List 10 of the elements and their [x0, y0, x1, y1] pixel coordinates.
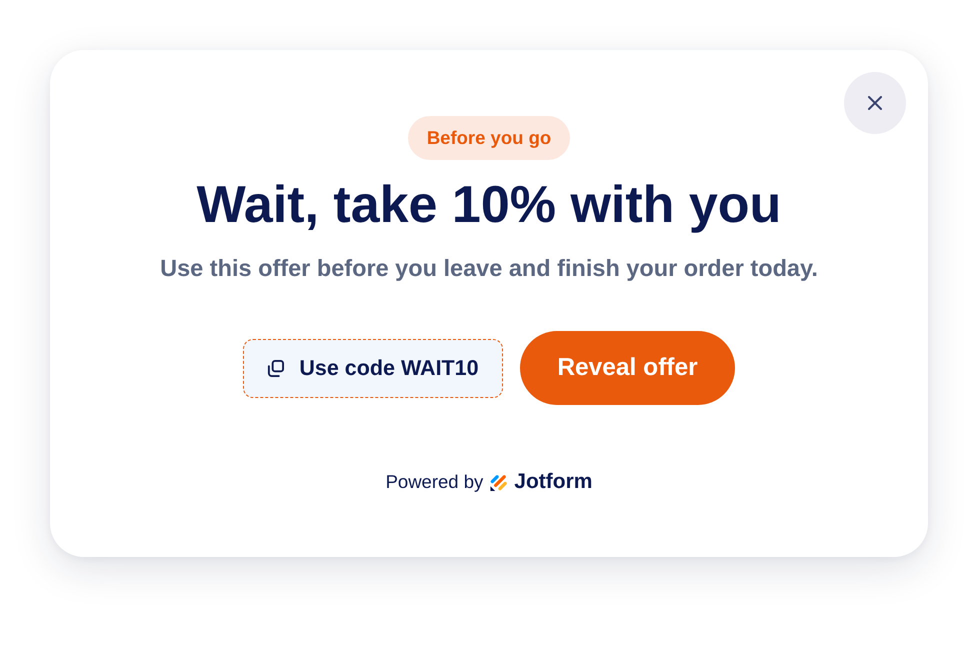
- close-icon: [868, 96, 882, 110]
- copy-icon: [267, 360, 284, 376]
- brand-name: Jotform: [514, 470, 592, 494]
- dialog-subtitle: Use this offer before you leave and finish your order today.: [160, 254, 818, 283]
- powered-by-text: Powered by: [386, 471, 484, 493]
- logo-icon: [489, 472, 508, 492]
- reveal-offer-button[interactable]: Reveal offer: [520, 331, 735, 405]
- copy-code-button[interactable]: Use code WAIT10: [243, 338, 503, 398]
- dialog-title: Wait, take 10% with you: [196, 175, 782, 235]
- badge: Before you go: [408, 116, 570, 160]
